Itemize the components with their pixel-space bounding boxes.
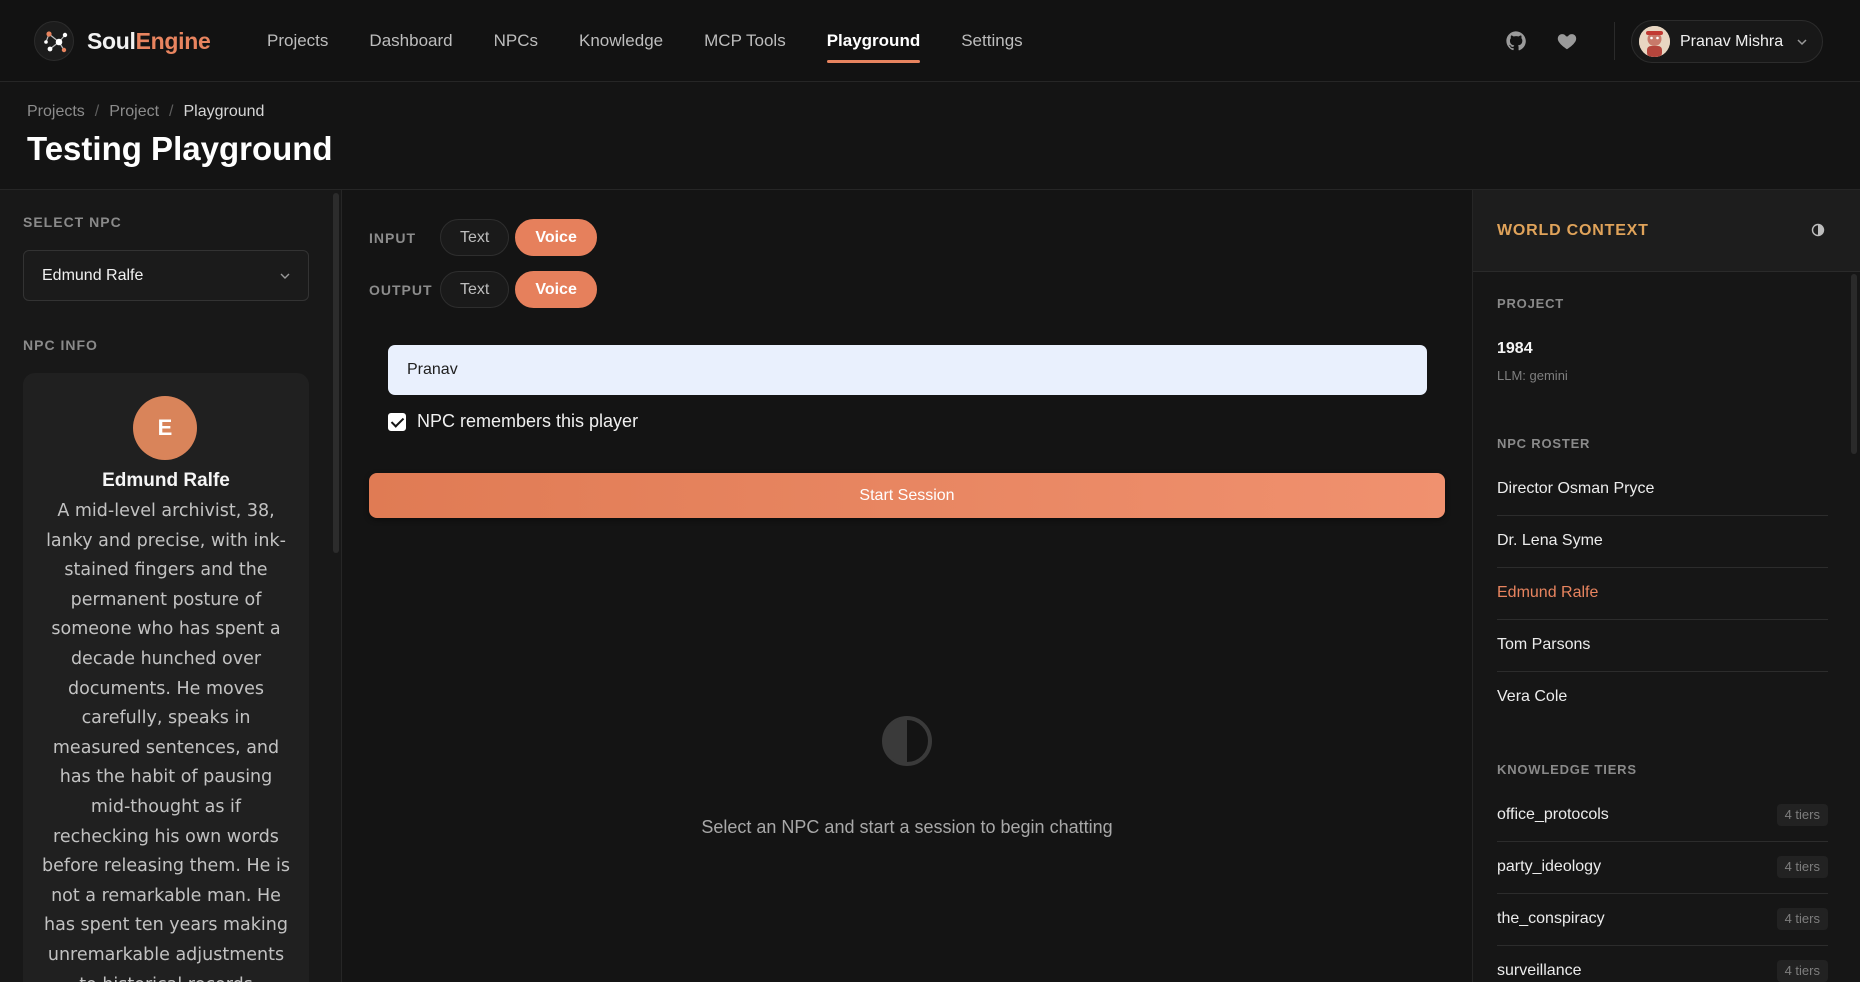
breadcrumb-projects[interactable]: Projects bbox=[27, 103, 85, 121]
logo[interactable]: SoulEngine bbox=[34, 21, 211, 61]
output-mode-row: OUTPUT Text Voice bbox=[369, 271, 603, 308]
world-context-panel: WORLD CONTEXT PROJECT 1984 LLM: gemini N… bbox=[1472, 190, 1860, 982]
npc-info-card: E Edmund Ralfe A mid-level archivist, 38… bbox=[23, 373, 309, 982]
nav-knowledge[interactable]: Knowledge bbox=[579, 0, 663, 82]
input-mode-row: INPUT Text Voice bbox=[369, 219, 603, 256]
brand-name: SoulEngine bbox=[87, 27, 211, 54]
empty-state-text: Select an NPC and start a session to beg… bbox=[701, 817, 1113, 837]
sidebar-scrollbar[interactable] bbox=[333, 193, 339, 553]
nav-playground[interactable]: Playground bbox=[826, 0, 920, 82]
nav-settings[interactable]: Settings bbox=[961, 0, 1022, 82]
input-voice-toggle[interactable]: Voice bbox=[515, 219, 597, 256]
roster-item[interactable]: Vera Cole bbox=[1497, 672, 1828, 724]
roster-item-name: Dr. Lena Syme bbox=[1497, 532, 1603, 549]
avatar bbox=[1639, 26, 1670, 57]
roster-item-active[interactable]: Edmund Ralfe bbox=[1497, 568, 1828, 620]
tier-item[interactable]: the_conspiracy 4 tiers bbox=[1497, 894, 1828, 946]
tier-count-badge: 4 tiers bbox=[1776, 960, 1828, 982]
theme-toggle-icon[interactable] bbox=[1810, 222, 1826, 238]
tier-name: surveillance bbox=[1497, 962, 1582, 979]
main-nav: Projects Dashboard NPCs Knowledge MCP To… bbox=[267, 0, 1064, 82]
nav-mcp-tools[interactable]: MCP Tools bbox=[704, 0, 786, 82]
npc-select-value: Edmund Ralfe bbox=[42, 267, 144, 284]
tier-count-badge: 4 tiers bbox=[1776, 856, 1828, 878]
output-voice-toggle[interactable]: Voice bbox=[515, 271, 597, 308]
npc-sidebar: SELECT NPC Edmund Ralfe NPC INFO E Edmun… bbox=[0, 190, 342, 982]
knowledge-tiers-label: KNOWLEDGE TIERS bbox=[1497, 762, 1637, 777]
npc-info-label: NPC INFO bbox=[23, 337, 98, 353]
select-npc-label: SELECT NPC bbox=[23, 214, 122, 230]
input-text-toggle[interactable]: Text bbox=[440, 219, 510, 256]
user-menu[interactable]: Pranav Mishra bbox=[1631, 20, 1823, 63]
world-context-scrollbar[interactable] bbox=[1851, 274, 1857, 454]
top-navigation: SoulEngine Projects Dashboard NPCs Knowl… bbox=[0, 0, 1860, 82]
world-context-header: WORLD CONTEXT bbox=[1473, 190, 1860, 272]
chat-area: INPUT Text Voice OUTPUT Text Voice NPC r… bbox=[343, 190, 1471, 982]
npc-select-dropdown[interactable]: Edmund Ralfe bbox=[23, 250, 309, 301]
breadcrumb-project[interactable]: Project bbox=[109, 103, 159, 121]
chevron-down-icon bbox=[1797, 38, 1807, 45]
output-mode-label: OUTPUT bbox=[369, 281, 433, 298]
npc-description: A mid-level archivist, 38, lanky and pre… bbox=[42, 501, 290, 982]
nav-npcs[interactable]: NPCs bbox=[494, 0, 538, 82]
tier-count-badge: 4 tiers bbox=[1776, 908, 1828, 930]
roster-item-name: Tom Parsons bbox=[1497, 636, 1591, 653]
breadcrumb: Projects / Project / Playground bbox=[27, 103, 264, 121]
start-session-button[interactable]: Start Session bbox=[369, 473, 1445, 518]
roster-item-name: Director Osman Pryce bbox=[1497, 480, 1655, 497]
tier-item[interactable]: surveillance 4 tiers bbox=[1497, 946, 1828, 982]
nav-projects[interactable]: Projects bbox=[267, 0, 328, 82]
remember-player-checkbox[interactable] bbox=[388, 412, 406, 431]
tier-item[interactable]: office_protocols 4 tiers bbox=[1497, 790, 1828, 842]
page-title: Testing Playground bbox=[27, 130, 333, 167]
roster-item-name: Vera Cole bbox=[1497, 688, 1568, 705]
nav-dashboard[interactable]: Dashboard bbox=[369, 0, 452, 82]
logo-icon bbox=[34, 21, 74, 61]
tier-name: party_ideology bbox=[1497, 858, 1602, 875]
npc-name: Edmund Ralfe bbox=[102, 470, 230, 491]
output-text-toggle[interactable]: Text bbox=[440, 271, 510, 308]
roster-item[interactable]: Dr. Lena Syme bbox=[1497, 516, 1828, 568]
player-name-input[interactable] bbox=[388, 345, 1427, 395]
chevron-down-icon bbox=[280, 273, 290, 279]
npc-roster-label: NPC ROSTER bbox=[1497, 436, 1591, 451]
remember-player-option[interactable]: NPC remembers this player bbox=[388, 411, 638, 432]
project-llm: LLM: gemini bbox=[1497, 368, 1568, 383]
tier-name: the_conspiracy bbox=[1497, 910, 1605, 927]
breadcrumb-separator: / bbox=[94, 103, 100, 120]
github-icon[interactable] bbox=[1505, 30, 1527, 52]
project-name: 1984 bbox=[1497, 340, 1533, 357]
remember-player-label: NPC remembers this player bbox=[417, 411, 639, 431]
breadcrumb-playground: Playground bbox=[183, 103, 265, 120]
user-name: Pranav Mishra bbox=[1680, 32, 1784, 50]
roster-item[interactable]: Director Osman Pryce bbox=[1497, 464, 1828, 516]
npc-avatar: E bbox=[133, 396, 197, 460]
tier-count-badge: 4 tiers bbox=[1776, 804, 1828, 826]
tier-name: office_protocols bbox=[1497, 806, 1609, 823]
project-label: PROJECT bbox=[1497, 296, 1565, 311]
world-context-title: WORLD CONTEXT bbox=[1497, 222, 1649, 239]
half-circle-icon bbox=[882, 716, 932, 766]
nav-divider bbox=[1614, 22, 1615, 60]
breadcrumb-separator: / bbox=[169, 103, 174, 120]
roster-item[interactable]: Tom Parsons bbox=[1497, 620, 1828, 672]
input-mode-label: INPUT bbox=[369, 229, 416, 246]
heart-icon[interactable] bbox=[1556, 30, 1578, 52]
roster-item-name: Edmund Ralfe bbox=[1497, 584, 1599, 601]
tier-item[interactable]: party_ideology 4 tiers bbox=[1497, 842, 1828, 894]
